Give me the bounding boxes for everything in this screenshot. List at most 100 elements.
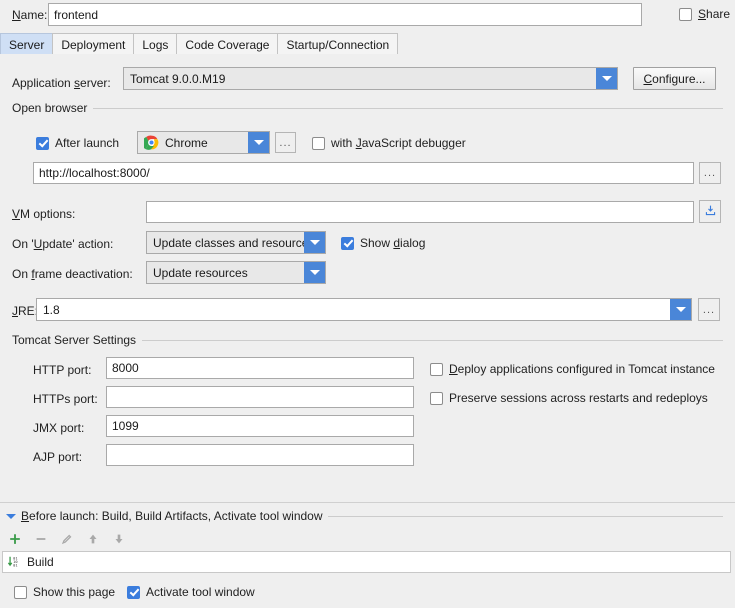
before-launch-top-divider [0, 502, 735, 503]
tomcat-settings-section-label: Tomcat Server Settings [12, 333, 137, 347]
collapse-triangle-icon[interactable] [6, 513, 16, 519]
chevron-down-icon[interactable] [248, 132, 269, 153]
http-port-input[interactable]: 8000 [106, 357, 414, 379]
browser-url-value: http://localhost:8000/ [39, 166, 150, 180]
https-port-label: HTTPs port: [33, 392, 98, 406]
deploy-applications-label: Deploy applications configured in Tomcat… [449, 362, 715, 376]
move-down-icon[interactable] [112, 532, 126, 546]
move-up-icon[interactable] [86, 532, 100, 546]
activate-tool-window-checkbox[interactable] [127, 585, 140, 599]
run-configuration-dialog: Name: frontend Share Server Deployment L… [0, 0, 735, 608]
chevron-down-icon[interactable] [304, 262, 325, 283]
show-dialog-label: Show dialog [360, 236, 426, 250]
section-divider [142, 339, 723, 341]
frame-deactivation-combo[interactable]: Update resources [146, 261, 326, 284]
jre-label: JRE: [12, 304, 39, 318]
ajp-port-label: AJP port: [33, 450, 83, 464]
application-server-label: Application server: [12, 76, 111, 90]
remove-task-button[interactable] [34, 532, 48, 546]
frame-deactivation-value: Update resources [147, 262, 304, 283]
add-task-button[interactable] [8, 532, 22, 546]
tab-code-coverage-label: Code Coverage [185, 37, 270, 52]
chevron-down-icon[interactable] [304, 232, 325, 253]
tab-startup-connection-label: Startup/Connection [286, 37, 390, 52]
tab-deployment[interactable]: Deployment [52, 33, 135, 55]
jre-combo[interactable]: 1.8 [36, 298, 692, 321]
jmx-port-input[interactable]: 1099 [106, 415, 414, 437]
show-this-page-label: Show this page [33, 585, 116, 599]
name-input-value: frontend [54, 7, 99, 22]
browser-url-input[interactable]: http://localhost:8000/ [33, 162, 694, 184]
tab-server[interactable]: Server [0, 33, 54, 55]
server-tab-panel: Application server: Tomcat 9.0.0.M19 Con… [0, 54, 735, 608]
tab-code-coverage[interactable]: Code Coverage [176, 33, 279, 55]
update-action-label: On 'Update' action: [12, 237, 114, 251]
tab-startup-connection[interactable]: Startup/Connection [277, 33, 399, 55]
tomcat-settings-section-header: Tomcat Server Settings [12, 333, 723, 347]
share-checkbox[interactable] [679, 7, 692, 21]
after-launch-label: After launch [55, 136, 120, 150]
vm-options-input[interactable] [146, 201, 694, 223]
tab-bar: Server Deployment Logs Code Coverage Sta… [0, 32, 735, 55]
expand-editor-icon [704, 204, 717, 220]
activate-tool-window-label: Activate tool window [146, 585, 255, 599]
chrome-icon [144, 135, 159, 150]
edit-pencil-icon[interactable] [60, 532, 74, 546]
tab-logs[interactable]: Logs [133, 33, 178, 55]
jmx-port-value: 1099 [112, 419, 139, 433]
name-input[interactable]: frontend [48, 3, 642, 26]
activate-tool-window-checkbox-row[interactable]: Activate tool window [127, 585, 255, 599]
show-dialog-checkbox-row[interactable]: Show dialog [341, 236, 425, 250]
url-browse-label: ... [703, 167, 717, 179]
tab-logs-label: Logs [142, 37, 169, 52]
deploy-applications-checkbox-row[interactable]: Deploy applications configured in Tomcat… [430, 362, 715, 376]
application-server-combo[interactable]: Tomcat 9.0.0.M19 [123, 67, 618, 90]
ajp-port-input[interactable] [106, 444, 414, 466]
https-port-input[interactable] [106, 386, 414, 408]
vm-options-expand-button[interactable] [699, 200, 721, 223]
vm-options-label: VM options: [12, 207, 76, 221]
tab-bar-filler [397, 33, 735, 55]
name-row: Name: frontend Share [0, 0, 735, 30]
application-server-value: Tomcat 9.0.0.M19 [124, 68, 596, 89]
preserve-sessions-checkbox-row[interactable]: Preserve sessions across restarts and re… [430, 391, 708, 405]
section-divider [327, 515, 723, 517]
before-launch-toolbar [8, 532, 126, 546]
js-debugger-checkbox[interactable] [312, 136, 325, 150]
browser-combo[interactable]: Chrome [137, 131, 270, 154]
open-browser-section-header: Open browser [12, 101, 723, 115]
chevron-down-icon[interactable] [670, 299, 691, 320]
share-label: Share [698, 7, 731, 21]
url-browse-button[interactable]: ... [699, 162, 721, 184]
deploy-applications-checkbox[interactable] [430, 362, 443, 376]
before-launch-task-list[interactable]: 01 10 01 Build [2, 551, 731, 573]
share-checkbox-row[interactable]: Share [679, 7, 730, 21]
jmx-port-label: JMX port: [33, 421, 85, 435]
http-port-label: HTTP port: [33, 363, 92, 377]
section-divider [93, 107, 723, 109]
update-action-combo[interactable]: Update classes and resources [146, 231, 326, 254]
before-launch-task-label: Build [27, 555, 54, 569]
before-launch-header[interactable]: Before launch: Build, Build Artifacts, A… [6, 509, 723, 523]
preserve-sessions-label: Preserve sessions across restarts and re… [449, 391, 708, 405]
name-label: Name: [12, 8, 48, 22]
js-debugger-checkbox-row[interactable]: with JavaScript debugger [312, 136, 466, 150]
show-this-page-checkbox[interactable] [14, 585, 27, 599]
configure-button[interactable]: Configure... [633, 67, 716, 90]
after-launch-checkbox-row[interactable]: After launch [36, 136, 119, 150]
svg-text:01: 01 [13, 564, 17, 568]
configure-button-label: Configure... [643, 71, 706, 86]
after-launch-checkbox[interactable] [36, 136, 49, 150]
browser-browse-button[interactable]: ... [275, 132, 296, 153]
preserve-sessions-checkbox[interactable] [430, 391, 443, 405]
update-action-value: Update classes and resources [147, 232, 304, 253]
browser-value: Chrome [165, 135, 208, 150]
show-this-page-checkbox-row[interactable]: Show this page [14, 585, 115, 599]
tab-deployment-label: Deployment [61, 37, 126, 52]
open-browser-section-label: Open browser [12, 101, 88, 115]
http-port-value: 8000 [112, 361, 139, 375]
before-launch-header-label: Before launch: Build, Build Artifacts, A… [21, 509, 323, 523]
show-dialog-checkbox[interactable] [341, 236, 354, 250]
chevron-down-icon[interactable] [596, 68, 617, 89]
jre-browse-button[interactable]: ... [698, 298, 720, 321]
